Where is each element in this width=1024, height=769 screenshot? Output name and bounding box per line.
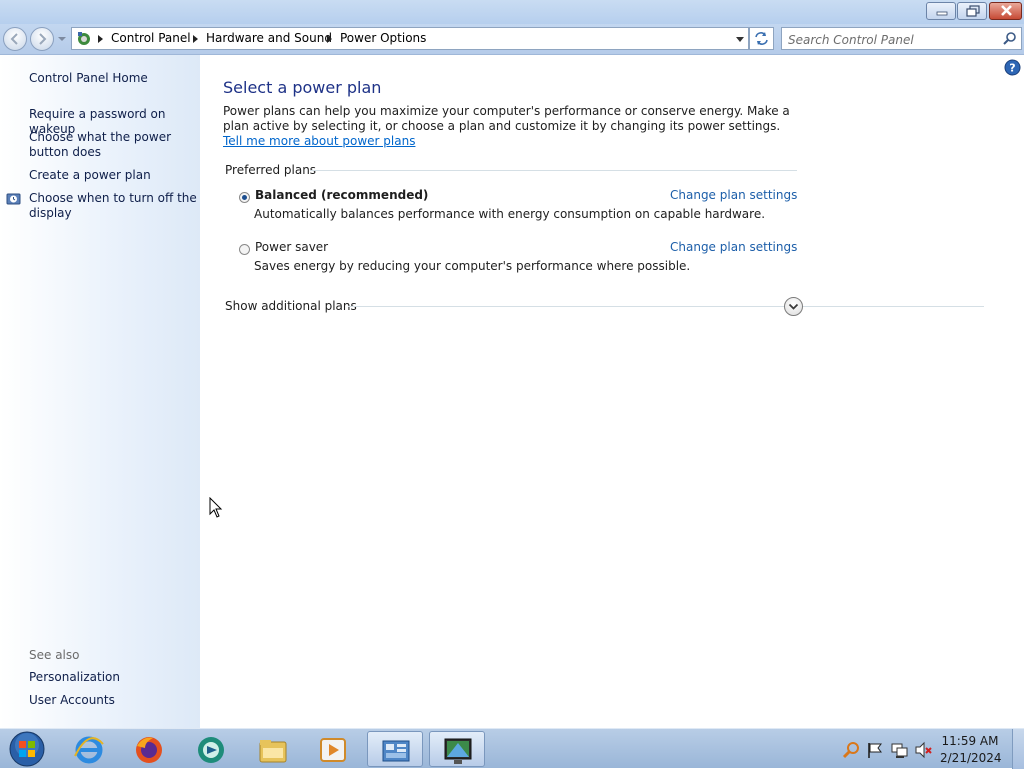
taskbar-media-player[interactable] (305, 731, 361, 767)
clock-date[interactable]: 2/21/2024 (940, 751, 1002, 765)
refresh-button[interactable] (749, 27, 774, 50)
title-bar (0, 0, 1024, 24)
firefox-icon (136, 737, 162, 763)
intro-text: Power plans can help you maximize your c… (223, 104, 803, 149)
plan-name-balanced[interactable]: Balanced (recommended) (255, 188, 428, 202)
divider (310, 170, 797, 171)
search-input[interactable] (786, 29, 1000, 50)
sidebar-link-display-off[interactable]: Choose when to turn off the display (29, 191, 197, 221)
taskbar-windows-explorer[interactable] (245, 731, 301, 767)
sidebar-link-control-panel-home[interactable]: Control Panel Home (29, 71, 197, 86)
breadcrumb-separator-icon[interactable] (98, 35, 103, 43)
sidebar-link-personalization[interactable]: Personalization (29, 670, 197, 685)
plan-name-power-saver[interactable]: Power saver (255, 240, 328, 254)
navigation-bar: Control Panel Hardware and Sound Power O… (0, 24, 1024, 55)
control-panel-icon (78, 32, 90, 45)
intro-body: Power plans can help you maximize your c… (223, 104, 790, 133)
balanced-radio[interactable] (239, 192, 250, 203)
help-icon[interactable]: ? (1004, 59, 1021, 76)
clock-time[interactable]: 11:59 AM (940, 734, 1000, 748)
power-saver-radio[interactable] (239, 244, 250, 255)
network-icon[interactable] (890, 741, 908, 759)
change-plan-settings-power-saver-link[interactable]: Change plan settings (670, 240, 797, 254)
close-button[interactable] (989, 2, 1022, 20)
magnifier-icon[interactable] (842, 741, 860, 759)
taskbar-internet-explorer[interactable] (61, 731, 117, 767)
action-center-flag-icon[interactable] (866, 741, 884, 759)
restore-button[interactable] (957, 2, 987, 20)
address-dropdown-icon[interactable] (736, 37, 744, 42)
sidebar-link-create-plan[interactable]: Create a power plan (29, 168, 197, 183)
taskbar-media-app[interactable] (183, 731, 239, 767)
internet-explorer-icon (74, 736, 104, 764)
preferred-plans-heading: Preferred plans (225, 163, 317, 177)
plan-description-power-saver: Saves energy by reducing your computer's… (254, 259, 691, 273)
recent-pages-dropdown-icon[interactable] (58, 35, 66, 43)
media-app-icon (198, 737, 224, 763)
minimize-button[interactable] (926, 2, 956, 20)
back-button[interactable] (3, 27, 27, 51)
show-desktop-button[interactable] (1012, 729, 1024, 769)
breadcrumb-control-panel[interactable]: Control Panel (111, 31, 191, 45)
volume-muted-icon[interactable] (914, 741, 932, 759)
taskbar-remote-desktop[interactable] (429, 731, 485, 767)
display-timer-icon (6, 193, 21, 205)
address-bar[interactable]: Control Panel Hardware and Sound Power O… (71, 27, 749, 50)
taskbar-control-panel[interactable] (367, 731, 423, 767)
chevron-down-icon (788, 303, 799, 310)
refresh-icon (755, 32, 768, 45)
windows-explorer-icon (259, 740, 287, 763)
breadcrumb-power-options[interactable]: Power Options (340, 31, 426, 45)
remote-desktop-icon (444, 738, 472, 764)
svg-text:?: ? (1009, 62, 1015, 75)
show-additional-plans-label[interactable]: Show additional plans (225, 299, 357, 313)
page-title: Select a power plan (223, 78, 382, 97)
taskbar: 11:59 AM 2/21/2024 (0, 728, 1024, 769)
main-content: ? Select a power plan Power plans can he… (200, 55, 1024, 728)
sidebar: Control Panel Home Require a password on… (0, 55, 200, 728)
search-icon[interactable] (1002, 31, 1017, 46)
breadcrumb-separator-icon[interactable] (193, 35, 198, 43)
search-box[interactable] (781, 27, 1022, 50)
see-also-heading: See also (29, 648, 80, 662)
media-player-icon (320, 738, 346, 762)
breadcrumb-hardware-and-sound[interactable]: Hardware and Sound (206, 31, 332, 45)
change-plan-settings-balanced-link[interactable]: Change plan settings (670, 188, 797, 202)
expand-additional-plans-button[interactable] (784, 297, 803, 316)
start-button-icon[interactable] (6, 730, 48, 768)
plan-description-balanced: Automatically balances performance with … (254, 207, 766, 221)
tell-me-more-link[interactable]: Tell me more about power plans (223, 134, 415, 148)
mouse-cursor-icon (209, 497, 223, 518)
taskbar-firefox[interactable] (121, 731, 177, 767)
forward-button[interactable] (30, 27, 54, 51)
divider (348, 306, 984, 307)
sidebar-link-power-button[interactable]: Choose what the power button does (29, 130, 197, 160)
control-panel-icon (382, 740, 410, 762)
breadcrumb-separator-icon[interactable] (327, 35, 332, 43)
sidebar-link-user-accounts[interactable]: User Accounts (29, 693, 197, 708)
